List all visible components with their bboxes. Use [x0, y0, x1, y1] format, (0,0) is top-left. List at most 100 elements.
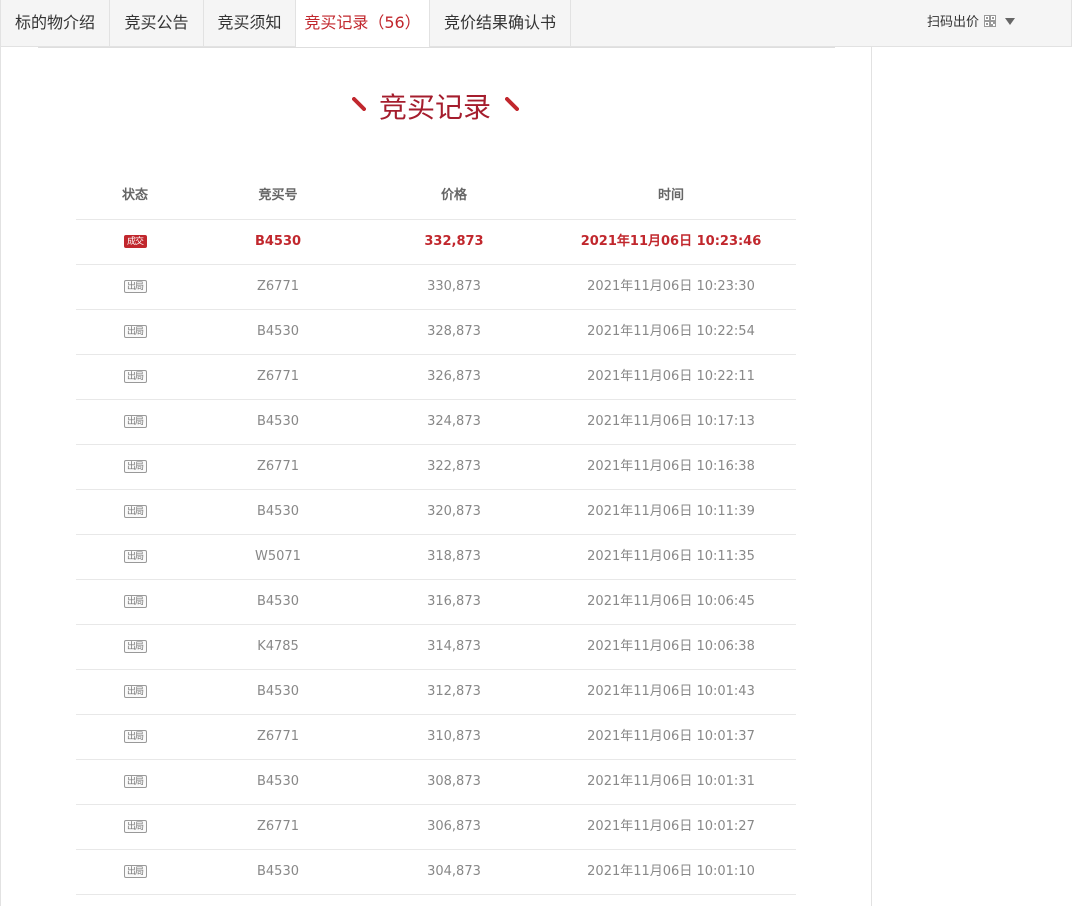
table-row: 出局 B4530 316,873 2021年11月06日 10:06:45 [76, 580, 796, 625]
status-cell: 出局 [76, 580, 194, 624]
tab-bid-records[interactable]: 竞买记录（56） [296, 0, 430, 47]
header-status: 状态 [121, 188, 148, 203]
status-badge: 出局 [123, 640, 147, 653]
bidder-number: B4530 [256, 414, 299, 429]
tab-notice[interactable]: 竞买须知 [204, 0, 296, 46]
status-badge: 出局 [123, 820, 147, 833]
bidder-number: B4530 [256, 504, 299, 519]
bidder-number: W5071 [255, 549, 301, 564]
divider [38, 47, 835, 48]
bidder-number: Z6771 [257, 459, 299, 474]
status-cell: 出局 [76, 490, 194, 534]
bid-time: 2021年11月06日 10:06:45 [587, 594, 755, 609]
table-row: 出局 W5071 318,873 2021年11月06日 10:11:35 [76, 535, 796, 580]
bid-price: 328,873 [427, 324, 481, 339]
bid-time: 2021年11月06日 10:16:38 [587, 459, 755, 474]
bidder-number: B4530 [256, 594, 299, 609]
content-left-border [0, 47, 1, 906]
bid-time: 2021年11月06日 10:23:30 [587, 279, 755, 294]
table-row: 出局 Z6771 322,873 2021年11月06日 10:16:38 [76, 445, 796, 490]
status-badge: 出局 [123, 775, 147, 788]
status-cell: 出局 [76, 445, 194, 489]
status-badge: 出局 [123, 370, 147, 383]
scan-bid-label: 扫码出价 [927, 15, 980, 30]
bid-price: 308,873 [427, 774, 481, 789]
status-cell: 出局 [76, 760, 194, 804]
bid-price: 304,873 [427, 864, 481, 879]
bid-price: 326,873 [427, 369, 481, 384]
status-cell: 出局 [76, 535, 194, 579]
bid-price: 314,873 [427, 639, 481, 654]
bidder-number: B4530 [256, 324, 299, 339]
bidder-number: B4530 [256, 774, 299, 789]
bid-price: 312,873 [427, 684, 481, 699]
table-row: 出局 B4530 312,873 2021年11月06日 10:01:43 [76, 670, 796, 715]
bid-time: 2021年11月06日 10:23:46 [580, 234, 762, 249]
bid-time: 2021年11月06日 10:22:54 [587, 324, 755, 339]
bid-price: 322,873 [427, 459, 481, 474]
status-cell: 出局 [76, 355, 194, 399]
bid-time: 2021年11月06日 10:01:43 [587, 684, 755, 699]
table-row: 出局 B4530 304,873 2021年11月06日 10:01:10 [76, 850, 796, 895]
bid-price: 310,873 [427, 729, 481, 744]
bid-time: 2021年11月06日 10:01:31 [587, 774, 755, 789]
table-row: 出局 Z6771 326,873 2021年11月06日 10:22:11 [76, 355, 796, 400]
status-cell: 出局 [76, 400, 194, 444]
bid-price: 320,873 [427, 504, 481, 519]
table-row: 出局 Z6771 310,873 2021年11月06日 10:01:37 [76, 715, 796, 760]
table-row: 出局 B4530 308,873 2021年11月06日 10:01:31 [76, 760, 796, 805]
header-time: 时间 [657, 188, 684, 203]
scan-bid-dropdown[interactable]: 扫码出价 [927, 0, 1016, 46]
header-bidder-number: 竞买号 [258, 188, 298, 203]
bidder-number: Z6771 [257, 279, 299, 294]
side-panel-border [871, 47, 872, 906]
bid-time: 2021年11月06日 10:11:39 [587, 504, 755, 519]
table-row: 出局 B4530 320,873 2021年11月06日 10:11:39 [76, 490, 796, 535]
table-row: 出局 B4530 328,873 2021年11月06日 10:22:54 [76, 310, 796, 355]
status-badge: 出局 [123, 325, 147, 338]
qr-code-icon [984, 15, 997, 27]
table-row: 出局 Z6771 306,873 2021年11月06日 10:01:27 [76, 805, 796, 850]
bidder-number: B4530 [256, 864, 299, 879]
status-cell: 成交 [76, 220, 194, 264]
status-badge: 出局 [123, 505, 147, 518]
bidder-number: B4530 [254, 234, 302, 249]
bid-price: 318,873 [427, 549, 481, 564]
tab-item-intro[interactable]: 标的物介绍 [1, 0, 110, 46]
pen-dash-right-icon [505, 97, 519, 111]
bid-price: 316,873 [427, 594, 481, 609]
status-badge: 出局 [123, 730, 147, 743]
status-badge: 出局 [123, 865, 147, 878]
bidder-number: B4530 [256, 684, 299, 699]
table-row: 出局 Z6771 330,873 2021年11月06日 10:23:30 [76, 265, 796, 310]
bidder-number: Z6771 [257, 729, 299, 744]
bid-time: 2021年11月06日 10:06:38 [587, 639, 755, 654]
status-badge: 出局 [123, 550, 147, 563]
status-badge: 出局 [123, 415, 147, 428]
bid-price: 332,873 [424, 234, 484, 249]
table-row: 出局 B4530 324,873 2021年11月06日 10:17:13 [76, 400, 796, 445]
tab-result-confirmation[interactable]: 竞价结果确认书 [430, 0, 571, 46]
table-row: 出局 K4785 314,873 2021年11月06日 10:06:38 [76, 625, 796, 670]
tab-announcement[interactable]: 竞买公告 [110, 0, 204, 46]
bid-price: 330,873 [427, 279, 481, 294]
bid-price: 306,873 [427, 819, 481, 834]
bidder-number: Z6771 [257, 369, 299, 384]
status-badge: 出局 [123, 280, 147, 293]
bid-time: 2021年11月06日 10:11:35 [587, 549, 755, 564]
bid-time: 2021年11月06日 10:01:27 [587, 819, 755, 834]
bid-time: 2021年11月06日 10:01:10 [587, 864, 755, 879]
status-cell: 出局 [76, 265, 194, 309]
status-cell: 出局 [76, 310, 194, 354]
status-badge: 出局 [123, 460, 147, 473]
table-row: 成交 B4530 332,873 2021年11月06日 10:23:46 [76, 220, 796, 265]
status-badge: 出局 [123, 595, 147, 608]
status-cell: 出局 [76, 850, 194, 894]
status-cell: 出局 [76, 805, 194, 849]
status-cell: 出局 [76, 715, 194, 759]
bid-price: 324,873 [427, 414, 481, 429]
bidder-number: K4785 [257, 639, 299, 654]
header-price: 价格 [440, 188, 467, 203]
bid-time: 2021年11月06日 10:17:13 [587, 414, 755, 429]
status-cell: 出局 [76, 670, 194, 714]
